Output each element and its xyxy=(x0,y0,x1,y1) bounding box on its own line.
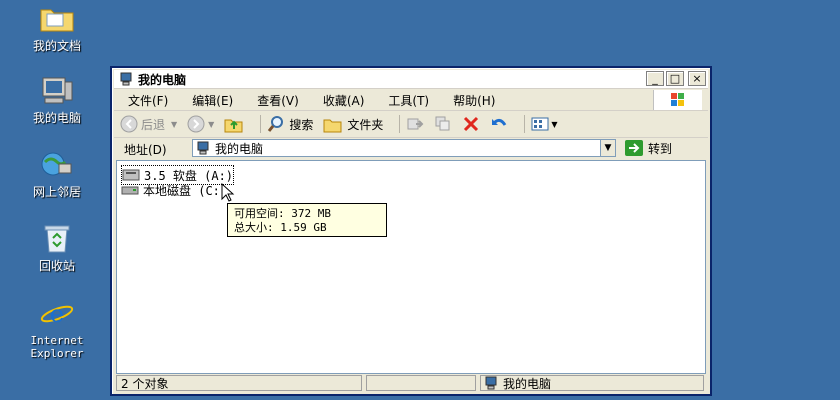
address-input[interactable]: 我的电脑 xyxy=(192,139,602,157)
desktop-icon-label: 我的电脑 xyxy=(32,111,81,125)
toolbar-separator xyxy=(524,115,526,133)
explorer-window: 我的电脑 _ □ × 文件(F) 编辑(E) 查看(V) 收藏(A) 工具(T)… xyxy=(110,66,712,396)
desktop-icon-label: 我的文档 xyxy=(32,39,81,53)
go-label: 转到 xyxy=(648,141,673,156)
folders-button[interactable]: 文件夹 xyxy=(323,115,383,133)
computer-icon xyxy=(197,141,211,155)
mouse-cursor-icon xyxy=(221,183,235,203)
network-globe-icon xyxy=(39,150,75,182)
chevron-down-icon[interactable]: ▼ xyxy=(208,120,214,129)
move-to-icon xyxy=(406,115,424,133)
status-bar: 2 个对象 我的电脑 xyxy=(114,374,708,392)
close-button[interactable]: × xyxy=(688,71,706,86)
computer-icon xyxy=(485,376,499,390)
list-item-label: 本地磁盘 (C:) xyxy=(143,183,228,198)
internet-explorer-icon: e xyxy=(39,298,75,330)
desktop-icon-label: 回收站 xyxy=(38,259,75,273)
menu-view[interactable]: 查看(V) xyxy=(257,92,299,109)
views-button[interactable]: ▼ xyxy=(531,115,558,133)
list-item[interactable]: 本地磁盘 (C:) xyxy=(121,181,227,199)
go-button[interactable]: 转到 xyxy=(624,138,672,158)
address-value: 我的电脑 xyxy=(215,141,264,156)
move-to-button[interactable] xyxy=(406,115,424,133)
desktop-icon-recycle-bin[interactable]: 回收站 xyxy=(14,224,100,273)
desktop-icon-my-documents[interactable]: 我的文档 xyxy=(14,4,100,53)
toolbar: 后退 ▼ ▼ 搜索 文件夹 ▼ xyxy=(114,111,708,138)
menu-tools[interactable]: 工具(T) xyxy=(388,92,429,109)
status-location: 我的电脑 xyxy=(480,375,704,391)
maximize-button[interactable]: □ xyxy=(666,71,684,86)
desktop-icon-label-line1: Internet xyxy=(30,334,84,347)
minimize-button[interactable]: _ xyxy=(646,71,664,86)
desktop-icon-my-computer[interactable]: 我的电脑 xyxy=(14,76,100,125)
folder-icon xyxy=(323,115,343,133)
up-folder-icon xyxy=(224,115,244,133)
forward-arrow-icon xyxy=(187,115,205,133)
windows-logo-icon xyxy=(653,90,702,110)
desktop-icon-label-line2: Explorer xyxy=(30,347,84,360)
file-list-pane[interactable]: 3.5 软盘 (A:) 本地磁盘 (C:) 可用空间: 372 MB 总大小: … xyxy=(116,160,706,374)
toolbar-separator xyxy=(399,115,401,133)
status-object-count: 2 个对象 xyxy=(116,375,362,391)
back-label: 后退 xyxy=(141,117,166,132)
tooltip-free-space: 可用空间: 372 MB xyxy=(234,207,331,220)
tooltip-total-size: 总大小: 1.59 GB xyxy=(234,221,327,234)
status-location-label: 我的电脑 xyxy=(503,376,552,391)
recycle-bin-icon xyxy=(39,224,75,256)
desktop-icon-internet-explorer[interactable]: e Internet Explorer xyxy=(14,298,100,360)
address-bar: 地址(D) 我的电脑 ▼ 转到 xyxy=(114,138,708,160)
search-label: 搜索 xyxy=(289,117,314,132)
copy-to-button[interactable] xyxy=(434,115,452,133)
address-label: 地址(D) xyxy=(124,142,167,157)
delete-button[interactable] xyxy=(462,115,480,133)
menu-bar: 文件(F) 编辑(E) 查看(V) 收藏(A) 工具(T) 帮助(H) xyxy=(114,90,708,111)
menu-edit[interactable]: 编辑(E) xyxy=(192,92,233,109)
delete-x-icon xyxy=(462,115,480,133)
search-button[interactable]: 搜索 xyxy=(267,115,313,133)
chevron-down-icon[interactable]: ▼ xyxy=(551,120,557,129)
search-icon xyxy=(267,115,285,133)
drive-info-tooltip: 可用空间: 372 MB 总大小: 1.59 GB xyxy=(227,203,387,237)
toolbar-separator xyxy=(260,115,262,133)
up-folder-button[interactable] xyxy=(224,115,244,133)
back-arrow-icon xyxy=(120,115,138,133)
folder-icon xyxy=(39,4,75,36)
desktop-icon-label: 网上邻居 xyxy=(32,185,81,199)
svg-text:e: e xyxy=(50,300,64,328)
forward-button[interactable]: ▼ xyxy=(187,115,214,133)
menu-file[interactable]: 文件(F) xyxy=(128,92,168,109)
desktop-icon-network-places[interactable]: 网上邻居 xyxy=(14,150,100,199)
hard-disk-icon xyxy=(121,183,139,197)
floppy-drive-icon xyxy=(122,168,140,182)
chevron-down-icon[interactable]: ▼ xyxy=(171,120,177,129)
address-dropdown-button[interactable]: ▼ xyxy=(600,139,616,157)
computer-icon xyxy=(120,72,134,86)
go-arrow-icon xyxy=(624,139,644,157)
computer-icon xyxy=(39,76,75,108)
window-title: 我的电脑 xyxy=(138,72,187,87)
status-segment-empty xyxy=(366,375,476,391)
folders-label: 文件夹 xyxy=(347,117,384,132)
views-icon xyxy=(531,115,551,133)
window-titlebar[interactable]: 我的电脑 _ □ × xyxy=(114,70,708,89)
copy-to-icon xyxy=(434,115,452,133)
undo-button[interactable] xyxy=(490,115,508,133)
menu-favorites[interactable]: 收藏(A) xyxy=(323,92,365,109)
back-button[interactable]: 后退 ▼ xyxy=(120,115,177,133)
menu-help[interactable]: 帮助(H) xyxy=(453,92,495,109)
undo-icon xyxy=(490,115,508,133)
